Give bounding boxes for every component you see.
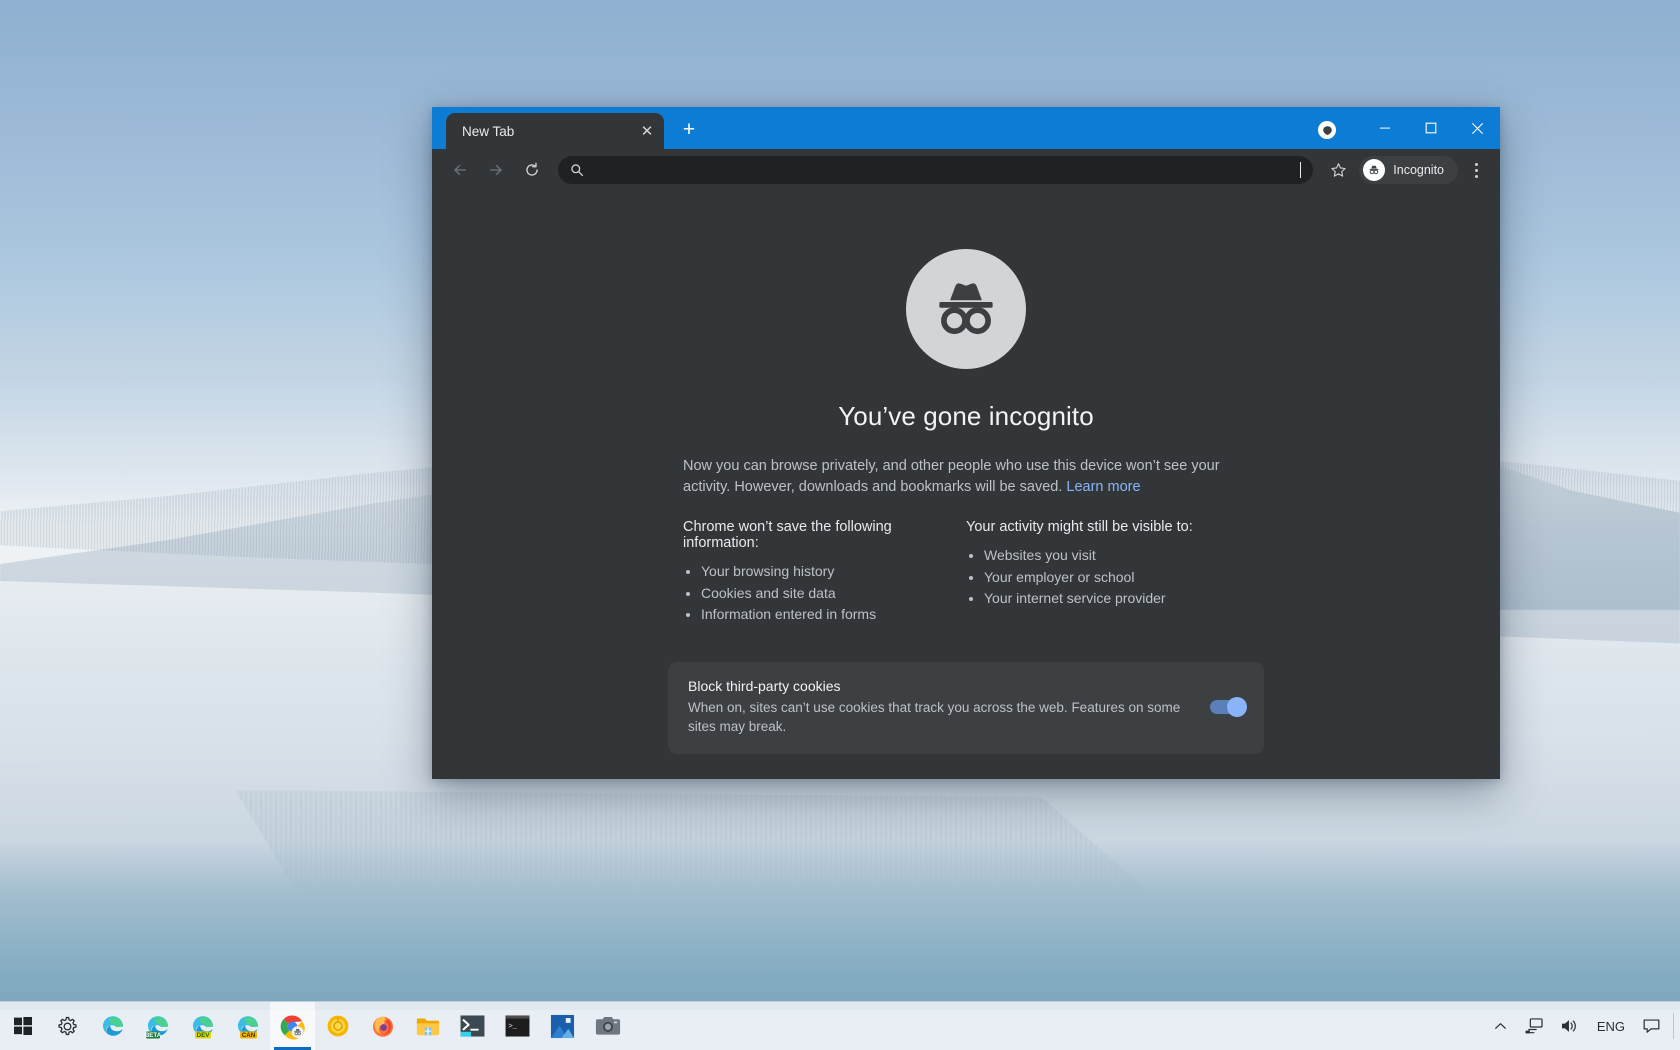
- taskbar-item-windows-terminal[interactable]: [450, 1002, 495, 1050]
- svg-text:CAN: CAN: [241, 1032, 255, 1039]
- taskbar-item-photos[interactable]: [540, 1002, 585, 1050]
- close-tab-icon[interactable]: ✕: [636, 120, 658, 142]
- tab-title: New Tab: [462, 124, 636, 139]
- column-not-saved: Chrome won’t save the following informat…: [683, 519, 966, 626]
- cookie-card-title: Block third-party cookies: [688, 678, 1190, 694]
- chrome-titlebar[interactable]: New Tab ✕ +: [432, 107, 1500, 149]
- new-tab-button[interactable]: +: [676, 118, 702, 144]
- system-tray: ENG: [1485, 1002, 1680, 1050]
- column-heading: Chrome won’t save the following informat…: [683, 519, 966, 551]
- block-third-party-cookies-card: Block third-party cookies When on, sites…: [668, 662, 1264, 754]
- chrome-browser-window[interactable]: New Tab ✕ +: [432, 107, 1500, 779]
- back-icon[interactable]: [445, 155, 475, 185]
- maximize-button[interactable]: [1408, 112, 1454, 144]
- taskbar-item-edge-canary[interactable]: CAN: [225, 1002, 270, 1050]
- minimize-button[interactable]: [1362, 112, 1408, 144]
- svg-text:DEV: DEV: [196, 1032, 210, 1039]
- menu-dot: [1475, 169, 1478, 172]
- action-center-icon[interactable]: [1634, 1002, 1669, 1050]
- volume-icon[interactable]: [1552, 1002, 1588, 1050]
- taskbar-item-edge-beta[interactable]: BETA: [135, 1002, 180, 1050]
- svg-text:>_: >_: [508, 1023, 517, 1031]
- learn-more-link[interactable]: Learn more: [1066, 479, 1140, 495]
- chrome-menu-icon[interactable]: [1462, 155, 1490, 185]
- list-item: Your employer or school: [984, 567, 1249, 588]
- windows-taskbar[interactable]: BETA DEV CAN: [0, 1001, 1680, 1050]
- taskbar-item-camera[interactable]: [585, 1002, 630, 1050]
- start-button[interactable]: [0, 1002, 45, 1050]
- incognito-new-tab-page: You’ve gone incognito Now you can browse…: [432, 191, 1500, 779]
- incognito-label: Incognito: [1393, 163, 1444, 177]
- list-item: Cookies and site data: [701, 583, 966, 604]
- browser-toolbar[interactable]: Incognito: [432, 149, 1500, 191]
- column-list: Websites you visit Your employer or scho…: [966, 545, 1249, 609]
- incognito-avatar-icon: [1363, 159, 1385, 181]
- close-button[interactable]: [1454, 112, 1500, 144]
- taskbar-item-edge-dev[interactable]: DEV: [180, 1002, 225, 1050]
- wallpaper-tree-reflection: [0, 790, 1680, 970]
- page-title: You’ve gone incognito: [838, 401, 1094, 432]
- taskbar-item-command-prompt[interactable]: >_: [495, 1002, 540, 1050]
- browser-tab[interactable]: New Tab ✕: [446, 113, 664, 149]
- tray-divider: [1673, 1013, 1674, 1039]
- show-hidden-icons-chevron-up-icon[interactable]: [1485, 1002, 1516, 1050]
- wallpaper-lake: [0, 840, 1680, 1010]
- taskbar-item-chrome-canary[interactable]: [315, 1002, 360, 1050]
- list-item: Your internet service provider: [984, 588, 1249, 609]
- taskbar-pinned-apps: BETA DEV CAN: [0, 1002, 630, 1050]
- toggle-knob: [1227, 697, 1247, 717]
- profile-circle-icon[interactable]: [1318, 121, 1336, 139]
- column-still-visible: Your activity might still be visible to:…: [966, 519, 1249, 626]
- taskbar-item-file-explorer[interactable]: [405, 1002, 450, 1050]
- language-indicator[interactable]: ENG: [1588, 1002, 1634, 1050]
- incognito-description-line2: However, downloads and bookmarks will be…: [734, 479, 1062, 495]
- taskbar-item-firefox[interactable]: [360, 1002, 405, 1050]
- desktop[interactable]: New Tab ✕ +: [0, 0, 1680, 1050]
- column-heading: Your activity might still be visible to:: [966, 519, 1249, 535]
- menu-dot: [1475, 163, 1478, 166]
- column-list: Your browsing history Cookies and site d…: [683, 561, 966, 625]
- cookie-card-text: Block third-party cookies When on, sites…: [688, 678, 1210, 736]
- text-caret: [1300, 162, 1301, 178]
- search-icon: [570, 163, 584, 177]
- incognito-description: Now you can browse privately, and other …: [683, 456, 1249, 497]
- address-bar[interactable]: [558, 156, 1313, 184]
- incognito-hat-glasses-icon: [906, 249, 1026, 369]
- bookmark-star-icon[interactable]: [1323, 155, 1353, 185]
- block-cookies-toggle[interactable]: [1210, 700, 1244, 714]
- list-item: Information entered in forms: [701, 604, 966, 625]
- forward-icon[interactable]: [481, 155, 511, 185]
- svg-text:BETA: BETA: [145, 1032, 162, 1039]
- incognito-indicator[interactable]: Incognito: [1359, 156, 1458, 184]
- settings-gear-icon[interactable]: [45, 1002, 90, 1050]
- list-item: Websites you visit: [984, 545, 1249, 566]
- taskbar-item-edge[interactable]: [90, 1002, 135, 1050]
- menu-dot: [1475, 175, 1478, 178]
- list-item: Your browsing history: [701, 561, 966, 582]
- incognito-info-columns: Chrome won’t save the following informat…: [683, 519, 1249, 626]
- cookie-card-description: When on, sites can’t use cookies that tr…: [688, 698, 1190, 736]
- network-icon[interactable]: [1516, 1002, 1552, 1050]
- reload-icon[interactable]: [517, 155, 547, 185]
- taskbar-item-google-chrome[interactable]: [270, 1002, 315, 1050]
